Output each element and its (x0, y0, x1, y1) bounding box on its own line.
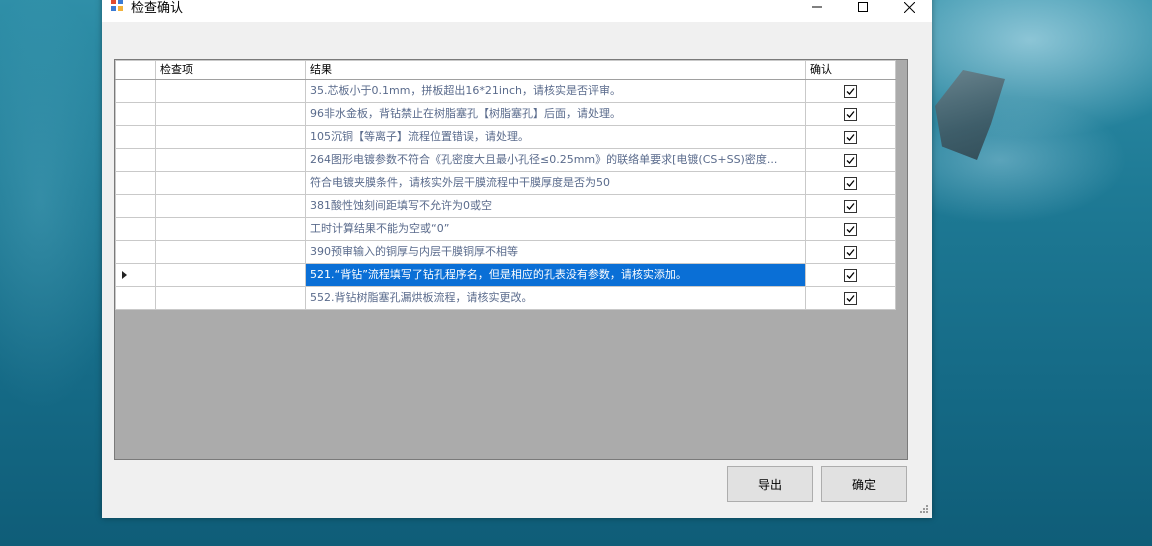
check-confirm-dialog: 检查确认 检查项 结果 确认 35.芯板小于0.1mm，拼板超出16*21inc… (102, 0, 932, 518)
cell-check-item[interactable] (155, 194, 306, 218)
cell-result[interactable]: 521.“背钻”流程填写了钻孔程序名，但是相应的孔表没有参数，请核实添加。 (305, 263, 806, 287)
cell-result[interactable]: 264图形电镀参数不符合《孔密度大且最小孔径≤0.25mm》的联络单要求[电镀(… (305, 148, 806, 172)
checkmark-icon (846, 271, 855, 279)
checkmark-icon (846, 110, 855, 118)
cell-result[interactable]: 符合电镀夹膜条件，请核实外层干膜流程中干膜厚度是否为50 (305, 171, 806, 195)
checkmark-icon (846, 133, 855, 141)
checkmark-icon (846, 87, 855, 95)
cell-confirm[interactable] (805, 102, 896, 126)
cell-check-item[interactable] (155, 171, 306, 195)
row-header[interactable] (115, 263, 156, 287)
table-row[interactable]: 105沉铜【等离子】流程位置错误，请处理。 (115, 125, 896, 149)
cell-confirm[interactable] (805, 171, 896, 195)
window-title: 检查确认 (131, 1, 184, 16)
confirm-checkbox[interactable] (844, 291, 857, 305)
table-row[interactable]: 390预审输入的铜厚与内层干膜铜厚不相等 (115, 240, 896, 264)
table-row[interactable]: 96非水金板，背钻禁止在树脂塞孔【树脂塞孔】后面，请处理。 (115, 102, 896, 126)
row-header[interactable] (115, 240, 156, 264)
cell-confirm[interactable] (805, 263, 896, 287)
cell-result[interactable]: 552.背钻树脂塞孔漏烘板流程，请核实更改。 (305, 286, 806, 310)
column-header-result[interactable]: 结果 (305, 60, 806, 80)
close-button[interactable] (886, 0, 932, 22)
table-row[interactable]: 符合电镀夹膜条件，请核实外层干膜流程中干膜厚度是否为50 (115, 171, 896, 195)
cell-confirm[interactable] (805, 125, 896, 149)
title-bar[interactable]: 检查确认 (102, 0, 932, 22)
checkmark-icon (846, 225, 855, 233)
checkmark-icon (846, 179, 855, 187)
table-row[interactable]: 35.芯板小于0.1mm，拼板超出16*21inch，请核实是否评审。 (115, 79, 896, 103)
checkmark-icon (846, 156, 855, 164)
confirm-checkbox[interactable] (844, 107, 857, 121)
confirm-checkbox[interactable] (844, 130, 857, 144)
maximize-icon (858, 2, 868, 12)
checkmark-icon (846, 248, 855, 256)
row-header[interactable] (115, 125, 156, 149)
ok-button[interactable]: 确定 (821, 466, 907, 502)
cell-check-item[interactable] (155, 102, 306, 126)
cell-confirm[interactable] (805, 79, 896, 103)
app-icon (111, 0, 123, 11)
cell-result[interactable]: 390预审输入的铜厚与内层干膜铜厚不相等 (305, 240, 806, 264)
column-header-item[interactable]: 检查项 (155, 60, 306, 80)
cell-check-item[interactable] (155, 240, 306, 264)
checkmark-icon (846, 294, 855, 302)
cell-check-item[interactable] (155, 217, 306, 241)
cell-check-item[interactable] (155, 79, 306, 103)
table-row[interactable]: 381酸性蚀刻间距填写不允许为0或空 (115, 194, 896, 218)
cell-confirm[interactable] (805, 240, 896, 264)
confirm-checkbox[interactable] (844, 84, 857, 98)
check-results-grid[interactable]: 检查项 结果 确认 35.芯板小于0.1mm，拼板超出16*21inch，请核实… (114, 59, 908, 460)
table-row[interactable]: 521.“背钻”流程填写了钻孔程序名，但是相应的孔表没有参数，请核实添加。 (115, 263, 896, 287)
column-header-rowhdr[interactable] (115, 60, 156, 80)
confirm-checkbox[interactable] (844, 268, 857, 282)
confirm-checkbox[interactable] (844, 199, 857, 213)
row-header[interactable] (115, 171, 156, 195)
confirm-checkbox[interactable] (844, 153, 857, 167)
resize-grip-icon[interactable] (919, 504, 929, 514)
cell-check-item[interactable] (155, 148, 306, 172)
cell-check-item[interactable] (155, 125, 306, 149)
maximize-button[interactable] (840, 0, 886, 22)
confirm-checkbox[interactable] (844, 245, 857, 259)
table-row[interactable]: 552.背钻树脂塞孔漏烘板流程，请核实更改。 (115, 286, 896, 310)
row-header[interactable] (115, 102, 156, 126)
column-header-confirm[interactable]: 确认 (805, 60, 896, 80)
row-header[interactable] (115, 148, 156, 172)
cell-result[interactable]: 35.芯板小于0.1mm，拼板超出16*21inch，请核实是否评审。 (305, 79, 806, 103)
cell-confirm[interactable] (805, 148, 896, 172)
close-icon (903, 1, 915, 13)
cell-confirm[interactable] (805, 217, 896, 241)
header-row: 检查项 结果 确认 (115, 60, 896, 80)
table-row[interactable]: 264图形电镀参数不符合《孔密度大且最小孔径≤0.25mm》的联络单要求[电镀(… (115, 148, 896, 172)
row-header[interactable] (115, 194, 156, 218)
minimize-button[interactable] (794, 0, 840, 22)
confirm-checkbox[interactable] (844, 222, 857, 236)
export-button[interactable]: 导出 (727, 466, 813, 502)
current-row-arrow-icon (122, 271, 127, 279)
cell-result[interactable]: 96非水金板，背钻禁止在树脂塞孔【树脂塞孔】后面，请处理。 (305, 102, 806, 126)
cell-confirm[interactable] (805, 286, 896, 310)
confirm-checkbox[interactable] (844, 176, 857, 190)
cell-result[interactable]: 工时计算结果不能为空或“0” (305, 217, 806, 241)
results-table: 检查项 结果 确认 35.芯板小于0.1mm，拼板超出16*21inch，请核实… (115, 60, 896, 310)
cell-check-item[interactable] (155, 263, 306, 287)
row-header[interactable] (115, 79, 156, 103)
cell-confirm[interactable] (805, 194, 896, 218)
minimize-icon (812, 6, 822, 8)
cell-check-item[interactable] (155, 286, 306, 310)
table-row[interactable]: 工时计算结果不能为空或“0” (115, 217, 896, 241)
cell-result[interactable]: 105沉铜【等离子】流程位置错误，请处理。 (305, 125, 806, 149)
row-header[interactable] (115, 286, 156, 310)
cell-result[interactable]: 381酸性蚀刻间距填写不允许为0或空 (305, 194, 806, 218)
checkmark-icon (846, 202, 855, 210)
row-header[interactable] (115, 217, 156, 241)
